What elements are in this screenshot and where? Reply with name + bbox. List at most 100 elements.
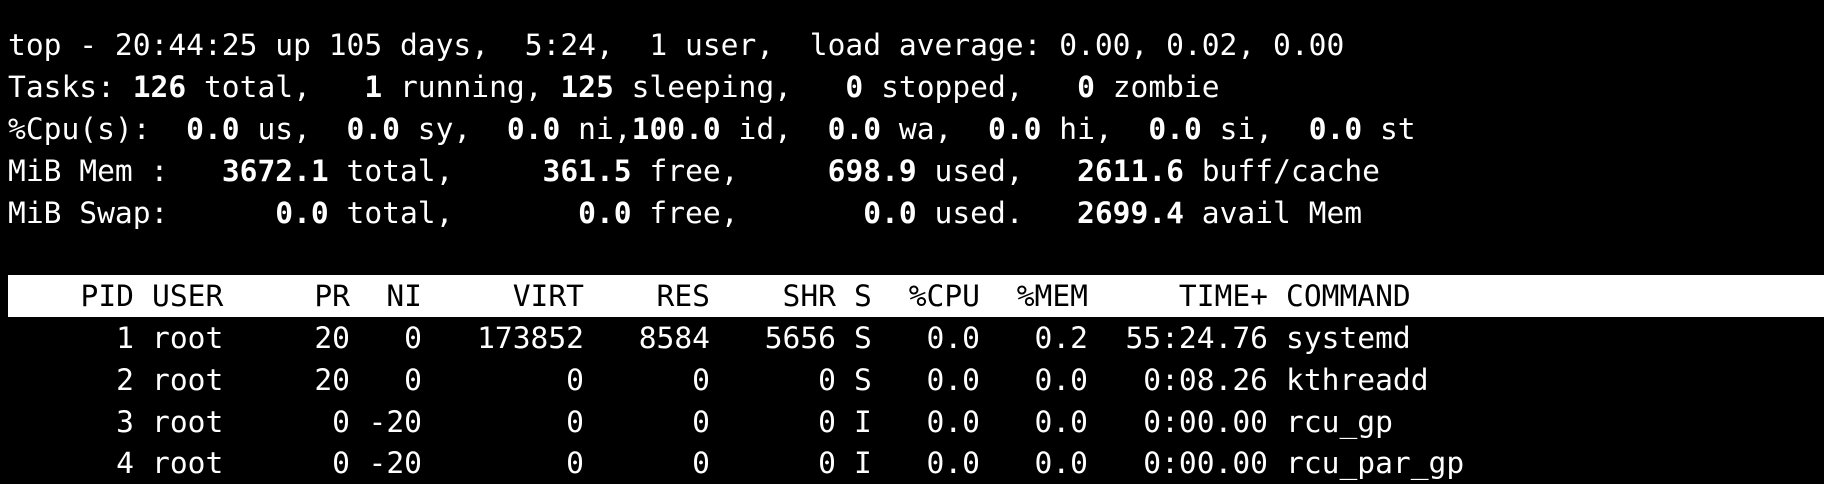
tasks-zombie-label: zombie [1094, 70, 1220, 104]
process-time: 0:00.00 [1143, 446, 1268, 480]
mem-free-label: free, [631, 154, 828, 188]
process-ni: 0 [404, 321, 422, 355]
column-pr: PR [314, 279, 350, 313]
process-time: 0:00.00 [1143, 405, 1268, 439]
mem-free: 361.5 [542, 154, 632, 188]
process-mem: 0.0 [1034, 363, 1088, 397]
cpu-wa: 0.0 [827, 112, 882, 146]
process-pr: 20 [314, 363, 350, 397]
process-virt: 173852 [477, 321, 584, 355]
cpu-ni: 0.0 [506, 112, 561, 146]
mem-buff-cache-label: buff/cache [1183, 154, 1380, 188]
swap-used: 0.0 [863, 196, 917, 230]
process-cpu: 0.0 [926, 446, 980, 480]
process-ni: -20 [368, 405, 422, 439]
process-command: rcu_par_gp [1286, 446, 1465, 480]
swap-avail: 2699.4 [1077, 196, 1184, 230]
process-shr: 0 [818, 446, 836, 480]
process-cpu: 0.0 [926, 321, 980, 355]
tasks-sleeping-label: sleeping, [613, 70, 846, 104]
cpu-sy: 0.0 [346, 112, 400, 146]
cpu-wa-label: wa, [881, 112, 988, 146]
swap-free-label: free, [631, 196, 864, 230]
swap-line: MiB Swap: 0.0 total, 0.0 free, 0.0 used.… [8, 192, 1362, 234]
column-time: TIME+ [1178, 279, 1268, 313]
uptime-line: top - 20:44:25 up 105 days, 5:24, 1 user… [8, 24, 1344, 66]
process-pid: 2 [116, 363, 134, 397]
column-pid: PID [80, 279, 134, 313]
tasks-running: 1 [364, 70, 383, 104]
top-terminal: top - 20:44:25 up 105 days, 5:24, 1 user… [0, 0, 1824, 484]
cpu-id-label: id, [720, 112, 828, 146]
swap-free: 0.0 [578, 196, 632, 230]
swap-avail-label: avail Mem [1183, 196, 1363, 230]
mem-line: MiB Mem : 3672.1 total, 361.5 free, 698.… [8, 150, 1380, 192]
swap-total-label: total, [328, 196, 579, 230]
process-cpu: 0.0 [926, 363, 980, 397]
mem-buff-cache: 2611.6 [1077, 154, 1184, 188]
mem-label: MiB Mem : [8, 154, 222, 188]
tasks-total: 126 [132, 70, 187, 104]
process-mem: 0.0 [1034, 446, 1088, 480]
mem-total-label: total, [328, 154, 543, 188]
process-res: 0 [692, 446, 710, 480]
swap-label: MiB Swap: [8, 196, 276, 230]
cpu-line: %Cpu(s): 0.0 us, 0.0 sy, 0.0 ni,100.0 id… [8, 108, 1416, 150]
mem-used: 698.9 [827, 154, 917, 188]
process-user: root [152, 363, 224, 397]
column-user: USER [152, 279, 224, 313]
cpu-si-label: si, [1201, 112, 1309, 146]
column-shr: SHR [782, 279, 836, 313]
column-ni: NI [386, 279, 422, 313]
process-user: root [152, 405, 224, 439]
process-mem: 0.0 [1034, 405, 1088, 439]
process-pr: 0 [332, 446, 350, 480]
swap-used-label: used. [916, 196, 1078, 230]
process-shr: 0 [818, 363, 836, 397]
cpu-us-label: us, [239, 112, 347, 146]
tasks-stopped-label: stopped, [863, 70, 1078, 104]
process-state: S [854, 363, 872, 397]
column-mem: %MEM [1016, 279, 1088, 313]
cpu-hi: 0.0 [987, 112, 1042, 146]
process-res: 8584 [638, 321, 710, 355]
process-command: rcu_gp [1286, 405, 1393, 439]
process-ni: 0 [404, 363, 422, 397]
tasks-line: Tasks: 126 total, 1 running, 125 sleepin… [8, 66, 1220, 108]
process-state: I [854, 405, 872, 439]
tasks-total-label: total, [186, 70, 365, 104]
process-mem: 0.2 [1034, 321, 1088, 355]
process-time: 0:08.26 [1143, 363, 1268, 397]
process-shr: 0 [818, 405, 836, 439]
cpu-st-label: st [1362, 112, 1416, 146]
cpu-si: 0.0 [1148, 112, 1202, 146]
column-res: RES [656, 279, 710, 313]
process-user: root [152, 446, 224, 480]
column-s: S [854, 279, 872, 313]
process-pid: 4 [116, 446, 134, 480]
cpu-label: %Cpu(s): [8, 112, 187, 146]
process-pid: 3 [116, 405, 134, 439]
process-state: S [854, 321, 872, 355]
cpu-st: 0.0 [1308, 112, 1363, 146]
tasks-running-label: running, [382, 70, 561, 104]
process-res: 0 [692, 405, 710, 439]
process-time: 55:24.76 [1125, 321, 1268, 355]
cpu-hi-label: hi, [1041, 112, 1149, 146]
process-cpu: 0.0 [926, 405, 980, 439]
tasks-stopped: 0 [845, 70, 864, 104]
process-pr: 20 [314, 321, 350, 355]
column-cpu: %CPU [908, 279, 980, 313]
tasks-sleeping: 125 [560, 70, 614, 104]
process-pid: 1 [116, 321, 134, 355]
column-command: COMMAND [1286, 279, 1411, 313]
process-command: systemd [1286, 321, 1411, 355]
process-virt: 0 [566, 363, 584, 397]
process-virt: 0 [566, 446, 584, 480]
mem-used-label: used, [916, 154, 1078, 188]
mem-total: 3672.1 [221, 154, 329, 188]
cpu-ni-label: ni, [560, 112, 632, 146]
process-user: root [152, 321, 224, 355]
uptime-text: top - 20:44:25 up 105 days, 5:24, 1 user… [8, 28, 1345, 62]
cpu-id: 100.0 [631, 112, 721, 146]
